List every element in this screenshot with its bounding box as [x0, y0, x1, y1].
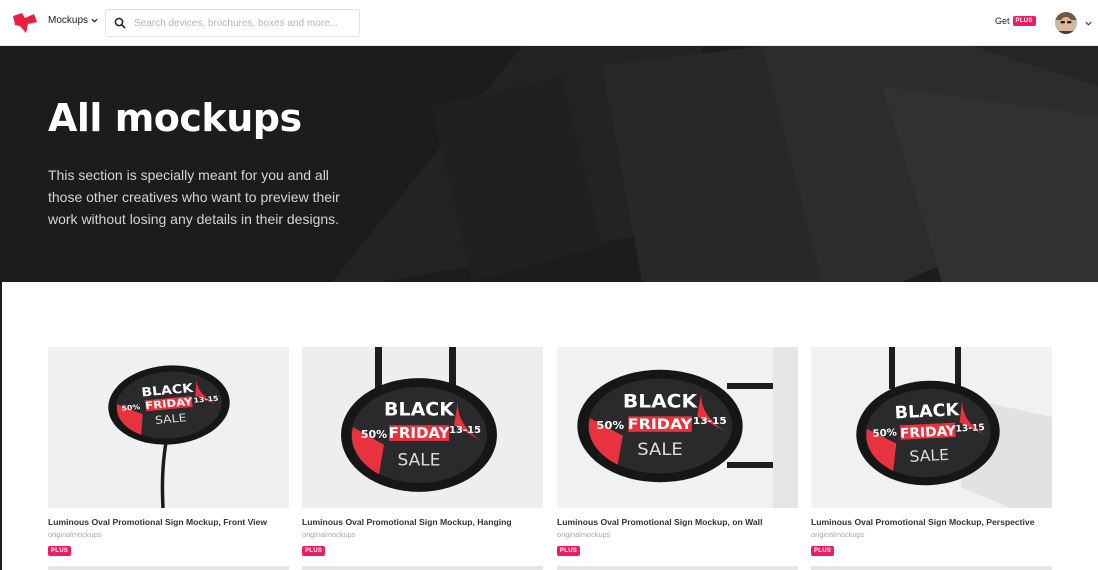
card-author[interactable]: originalmockups	[302, 530, 543, 539]
svg-text:FRIDAY: FRIDAY	[628, 416, 693, 433]
svg-text:SALE: SALE	[909, 446, 949, 466]
search-box[interactable]	[105, 9, 360, 37]
plus-badge: PLUS	[302, 546, 326, 556]
svg-text:50%: 50%	[872, 428, 897, 440]
plus-badge: PLUS	[811, 546, 835, 556]
next-row-card-edge	[302, 566, 543, 570]
svg-text:SALE: SALE	[398, 450, 441, 470]
svg-text:SALE: SALE	[637, 441, 683, 460]
svg-text:BLACK: BLACK	[623, 390, 698, 412]
svg-text:BLACK: BLACK	[894, 400, 960, 423]
card-author[interactable]: originalmockups	[811, 530, 1052, 539]
card-title[interactable]: Luminous Oval Promotional Sign Mockup, P…	[811, 517, 1052, 527]
card-title[interactable]: Luminous Oval Promotional Sign Mockup, o…	[557, 517, 798, 527]
plus-badge: PLUS	[1012, 16, 1036, 26]
svg-text:13-15: 13-15	[449, 425, 481, 436]
card-author[interactable]: originalmockups	[48, 530, 289, 539]
get-label: Get	[995, 16, 1010, 26]
svg-text:BLACK: BLACK	[384, 400, 455, 421]
account-menu[interactable]	[1055, 12, 1092, 34]
mockup-thumbnail[interactable]: BLACK FRIDAY SALE 50% 13-15	[557, 347, 798, 508]
mockup-thumbnail[interactable]: BLACK FRIDAY SALE 50% 13-15	[302, 347, 543, 508]
next-row-card-edge	[811, 566, 1052, 570]
plus-badge: PLUS	[557, 546, 581, 556]
svg-text:50%: 50%	[596, 419, 624, 431]
avatar[interactable]	[1055, 12, 1077, 34]
user-photo-icon	[1055, 12, 1077, 34]
chevron-down-icon	[91, 18, 98, 23]
svg-text:13-15: 13-15	[955, 423, 985, 434]
mockups-menu-label: Mockups	[48, 15, 89, 26]
mockup-card[interactable]: BLACK FRIDAY SALE 50% 13-15 Luminous Ova…	[811, 347, 1052, 557]
mockup-card[interactable]: BLACK FRIDAY SALE 50% 13-15 Luminous Ova…	[557, 347, 798, 557]
page-description: This section is specially meant for you …	[48, 167, 340, 227]
next-row-card-edge	[48, 566, 289, 570]
card-title[interactable]: Luminous Oval Promotional Sign Mockup, F…	[48, 517, 289, 527]
mockup-card[interactable]: BLACK FRIDAY SALE 50% 13-15 Luminous Ova…	[48, 347, 289, 557]
svg-text:50%: 50%	[361, 428, 387, 441]
hero-banner: All mockups This section is specially me…	[2, 46, 1098, 282]
next-row-card-edge	[557, 566, 798, 570]
search-icon	[114, 17, 126, 29]
brand-logo-icon[interactable]	[12, 12, 38, 34]
search-input[interactable]	[134, 17, 359, 29]
svg-text:13-15: 13-15	[693, 416, 727, 427]
card-title[interactable]: Luminous Oval Promotional Sign Mockup, H…	[302, 517, 543, 527]
card-author[interactable]: originalmockups	[557, 530, 798, 539]
top-navigation: Mockups Get PLUS	[0, 0, 1098, 46]
svg-text:FRIDAY: FRIDAY	[900, 423, 958, 442]
mockup-card[interactable]: BLACK FRIDAY SALE 50% 13-15 Luminous Ova…	[302, 347, 543, 557]
mockup-thumbnail[interactable]: BLACK FRIDAY SALE 50% 13-15	[48, 347, 289, 508]
mockups-menu-button[interactable]: Mockups	[48, 15, 98, 26]
svg-text:50%: 50%	[121, 402, 141, 412]
mockup-thumbnail[interactable]: BLACK FRIDAY SALE 50% 13-15	[811, 347, 1052, 508]
get-plus-button[interactable]: Get PLUS	[995, 16, 1036, 26]
svg-text:FRIDAY: FRIDAY	[389, 424, 450, 442]
chevron-down-icon	[1085, 21, 1092, 26]
plus-badge: PLUS	[48, 546, 72, 556]
page-title: All mockups	[48, 96, 302, 140]
